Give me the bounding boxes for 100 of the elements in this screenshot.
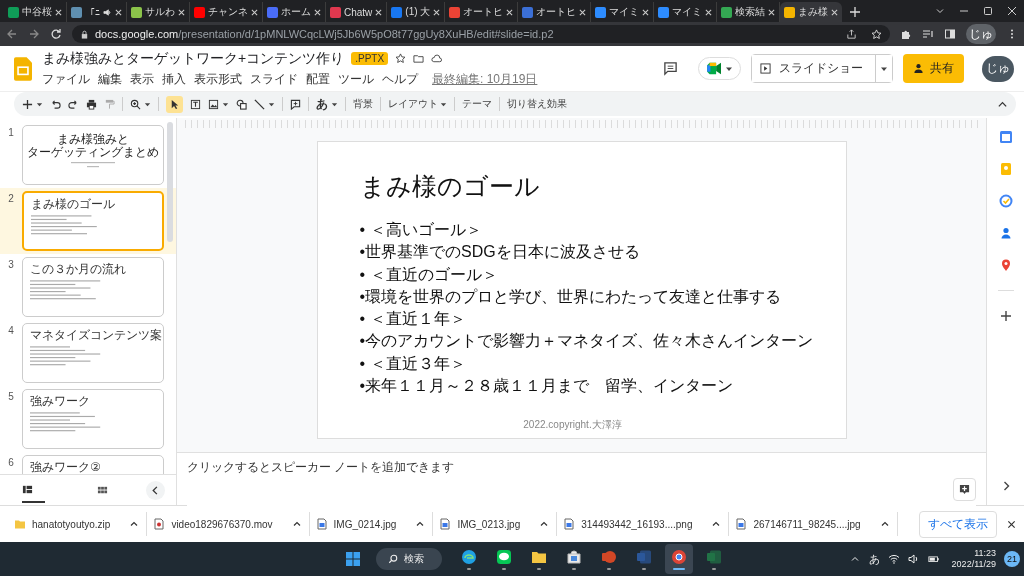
taskbar-search-button[interactable]: 検索 (376, 548, 442, 570)
image-file-icon (563, 518, 576, 530)
address-field[interactable]: docs.google.com/presentation/d/1pMNLWCqcLWj5Jb6W5pO8t77ggUy8XuHB/edit#slide=id.p2 (72, 25, 890, 43)
clock-time[interactable]: 11:23 (974, 548, 996, 559)
toolbar-button[interactable]: 切り替え効果 (507, 97, 567, 111)
menu-item[interactable]: ファイル (42, 70, 90, 88)
chevron-up-icon[interactable] (880, 520, 889, 528)
menu-item[interactable]: 挿入 (162, 70, 186, 88)
slide-canvas[interactable]: まみ様のゴール • ＜高いゴール＞ •世界基準でのSDGを日本に波及させる • ＜直近のゴール＞ •環境を世界のプロと学び、世界にわたって友達と仕事する • ＜直近１年＞ •今のアカウントで影響力＋マネタイズ、佐々木さんインターン • ＜直近３年＞ •来年１１月～２８歳１１月まで 留学、インターン 2022.copyright.大澤淳 (316, 141, 847, 439)
cloud-icon[interactable] (431, 53, 443, 64)
grid-view-icon[interactable] (97, 484, 108, 496)
slide-number: 3 (7, 258, 15, 272)
slide-thumbnail-row[interactable]: 3 この３か月の流れ (0, 254, 176, 320)
close-icon[interactable] (1007, 519, 1016, 529)
line-icon[interactable] (254, 98, 265, 110)
add-comment-icon[interactable] (290, 98, 301, 110)
slide-thumbnail-row[interactable]: 5 強みワーク (0, 386, 176, 452)
slideshow-button[interactable]: スライドショー (752, 55, 876, 82)
menu-item[interactable]: ヘルプ (382, 70, 418, 88)
slide-thumbnail-row[interactable]: 2 まみ様のゴール (0, 188, 176, 254)
notification-badge[interactable]: 21 (1004, 551, 1020, 567)
image-icon[interactable] (208, 98, 219, 110)
browser-tab[interactable]: まみ様 (780, 2, 843, 22)
download-item[interactable]: video1829676370.mov (147, 512, 310, 536)
user-avatar[interactable]: じゅ (982, 55, 1014, 82)
chevron-up-icon[interactable] (540, 520, 549, 528)
undo-icon[interactable] (50, 98, 61, 110)
font-menu[interactable]: あ (316, 95, 328, 113)
caret-icon[interactable] (222, 100, 229, 108)
toolbar-button[interactable]: テーマ (462, 97, 492, 111)
reload-icon[interactable] (50, 28, 62, 40)
slide-thumbnail[interactable]: マネタイズコンテンツ案 (22, 323, 164, 383)
slide-thumbnail[interactable]: この３か月の流れ (22, 257, 164, 317)
download-item[interactable]: IMG_0214.jpg (309, 512, 434, 536)
add-note-button[interactable] (953, 478, 976, 501)
media-list-icon[interactable] (922, 28, 934, 40)
star-icon[interactable] (395, 53, 407, 64)
download-item[interactable]: IMG_0213.jpg (433, 512, 558, 536)
slide-thumbnail[interactable]: まみ様のゴール (22, 191, 164, 251)
text-box-icon[interactable] (190, 98, 201, 110)
download-item[interactable]: hanatotyoutyo.zip (8, 512, 148, 536)
person-icon[interactable] (998, 226, 1013, 240)
back-arrow-icon[interactable] (6, 28, 18, 40)
clock-date[interactable]: 2022/11/29 (951, 559, 996, 570)
slide-thumbnail-row[interactable]: 6 強みワーク② (0, 452, 176, 474)
menu-item[interactable]: スライド (250, 70, 298, 88)
input-method-indicator[interactable]: あ (868, 551, 880, 567)
chevron-up-icon[interactable] (130, 520, 139, 528)
slide-thumbnail-row[interactable]: 1 まみ様強みと ターゲッティングまとめ (0, 122, 176, 188)
speaker-icon[interactable] (907, 554, 920, 564)
caret-icon[interactable] (144, 100, 151, 108)
toolbar-button[interactable]: 背景 (353, 97, 373, 111)
running-indicator (502, 567, 506, 570)
chevron-up-icon[interactable] (292, 520, 301, 528)
profile-avatar[interactable]: じゅ (966, 24, 996, 44)
download-item[interactable]: 314493442_16193....png (557, 512, 730, 536)
comment-icon[interactable] (663, 61, 678, 76)
slide-thumbnail[interactable]: 強みワーク② (22, 455, 164, 474)
puzzle-piece-icon[interactable] (900, 28, 912, 40)
chevron-up-icon[interactable] (712, 520, 721, 528)
show-all-button[interactable]: すべて表示 (919, 510, 997, 538)
slide-title[interactable]: まみ様のゴール (359, 170, 826, 203)
menu-item[interactable]: 表示 (130, 70, 154, 88)
share-icon[interactable] (846, 28, 857, 40)
menu-item[interactable]: 編集 (98, 70, 122, 88)
slide-thumbnail[interactable]: 強みワーク (22, 389, 164, 449)
redo-icon[interactable] (68, 98, 79, 110)
wifi-icon[interactable] (887, 554, 900, 564)
share-button[interactable]: 共有 (903, 54, 964, 83)
checkmark-circle-icon[interactable] (998, 194, 1013, 208)
chevron-down-icon[interactable] (935, 6, 945, 16)
maximize-icon[interactable] (983, 6, 993, 16)
download-item[interactable]: 267146711_98245....jpg (729, 512, 898, 536)
caret-icon[interactable] (331, 100, 338, 108)
caret-icon[interactable] (268, 100, 275, 108)
new-tab-icon[interactable] (850, 7, 861, 17)
forward-arrow-icon[interactable] (28, 28, 40, 40)
chevron-up-icon[interactable] (416, 520, 425, 528)
print-icon[interactable] (86, 98, 97, 110)
battery-plug-icon[interactable] (927, 554, 940, 564)
folder-icon[interactable] (413, 53, 425, 64)
sidebar-icon[interactable] (944, 28, 956, 40)
toolbar-button[interactable]: レイアウト (388, 97, 447, 111)
slide-number: 6 (7, 456, 15, 470)
select-tool-button[interactable] (166, 95, 183, 113)
slide-thumbnail[interactable]: まみ様強みと ターゲッティングまとめ (22, 125, 164, 185)
plus-icon[interactable] (22, 98, 33, 110)
menu-item[interactable]: 表示形式 (194, 70, 242, 88)
slide-thumbnail-row[interactable]: 4 マネタイズコンテンツ案 (0, 320, 176, 386)
windows-start-icon[interactable] (345, 551, 361, 567)
collapse-panel-button[interactable] (146, 480, 165, 500)
calendar-icon[interactable] (998, 130, 1013, 144)
document-title[interactable]: まみ様強みとターゲットワーク+コンテンツ作り (42, 49, 345, 68)
zoom-icon[interactable] (130, 98, 141, 110)
caret-icon[interactable] (36, 100, 43, 108)
menu-item[interactable]: 配置 (306, 70, 330, 88)
scrollbar-thumb[interactable] (167, 122, 173, 242)
shapes-icon[interactable] (236, 98, 247, 110)
menu-item[interactable]: ツール (338, 70, 374, 88)
last-edit-link[interactable]: 最終編集: 10月19日 (432, 70, 538, 88)
